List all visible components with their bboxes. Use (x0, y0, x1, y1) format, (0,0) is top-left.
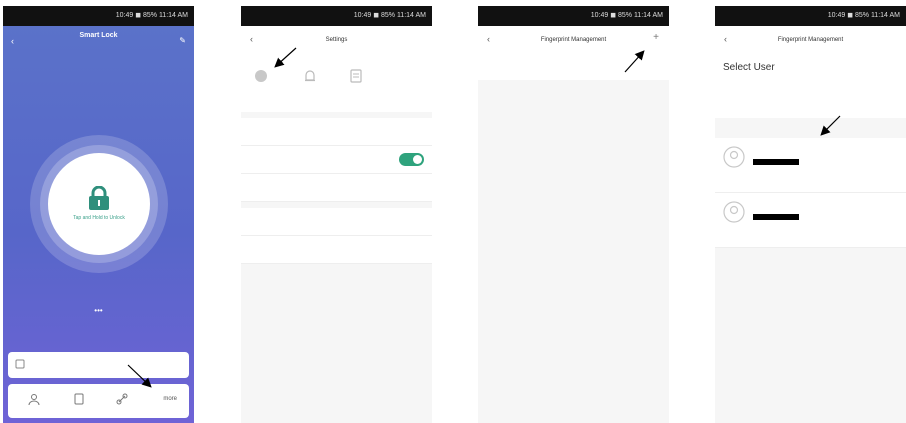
settings-item[interactable] (241, 174, 432, 202)
select-user-screen: 10:49 ◼ 85% 11:14 AM ‹ Fingerprint Manag… (715, 6, 906, 423)
status-bar: 10:49 ◼ 85% 11:14 AM (478, 6, 669, 26)
select-user-heading: Select User (723, 62, 775, 73)
link-icon[interactable] (116, 393, 128, 405)
toggle-switch[interactable] (399, 153, 424, 166)
message-bar[interactable] (8, 352, 189, 378)
settings-screen: 10:49 ◼ 85% 11:14 AM ‹ Settings (241, 6, 432, 423)
record-icon[interactable] (73, 393, 85, 405)
select-user-header: Select User (715, 56, 906, 118)
lock-home-screen: 10:49 ◼ 85% 11:14 AM ‹ Smart Lock ✎ Tap … (3, 6, 194, 423)
fingerprint-list-header (478, 56, 669, 80)
status-bar: 10:49 ◼ 85% 11:14 AM (3, 6, 194, 26)
page-dots: ••• (94, 306, 103, 315)
fingerprint-navbar: ‹ Fingerprint Management + (478, 26, 669, 56)
avatar-icon (723, 146, 745, 168)
unlock-hint-text: Tap and Hold to Unlock (73, 215, 125, 221)
fingerprint-title: Fingerprint Management (540, 37, 607, 43)
doc-icon[interactable] (348, 68, 364, 84)
message-icon (15, 359, 25, 369)
select-user-title: Fingerprint Management (777, 37, 844, 43)
fingerprint-management-screen: 10:49 ◼ 85% 11:14 AM ‹ Fingerprint Manag… (478, 6, 669, 423)
settings-toggle-item (241, 146, 432, 174)
settings-title: Settings (325, 37, 348, 43)
redaction-bar (753, 214, 799, 220)
settings-shortcuts (241, 56, 432, 112)
settings-item[interactable] (241, 208, 432, 236)
more-button[interactable]: more (163, 396, 177, 402)
redaction-bar (753, 159, 799, 165)
select-user-navbar: ‹ Fingerprint Management (715, 26, 906, 56)
avatar-icon (723, 201, 745, 223)
status-bar: 10:49 ◼ 85% 11:14 AM (715, 6, 906, 26)
add-icon[interactable]: + (653, 32, 659, 43)
edit-icon[interactable]: ✎ (179, 36, 186, 45)
bottom-toolbar: more (8, 384, 189, 418)
status-bar: 10:49 ◼ 85% 11:14 AM (241, 6, 432, 26)
family-members-label (715, 118, 906, 138)
lock-title: Smart Lock (79, 32, 118, 39)
user-icon[interactable] (28, 393, 40, 405)
settings-navbar: ‹ Settings (241, 26, 432, 56)
user-row[interactable] (715, 193, 906, 248)
bell-icon[interactable] (302, 68, 318, 84)
fingerprint-icon[interactable] (253, 68, 269, 84)
lock-icon (89, 186, 109, 210)
unlock-button[interactable]: Tap and Hold to Unlock (48, 153, 150, 255)
back-arrow-icon[interactable]: ‹ (11, 36, 14, 46)
settings-item[interactable] (241, 118, 432, 146)
lock-topbar: ‹ Smart Lock ✎ (3, 26, 194, 60)
user-row[interactable] (715, 138, 906, 193)
settings-item[interactable] (241, 236, 432, 264)
